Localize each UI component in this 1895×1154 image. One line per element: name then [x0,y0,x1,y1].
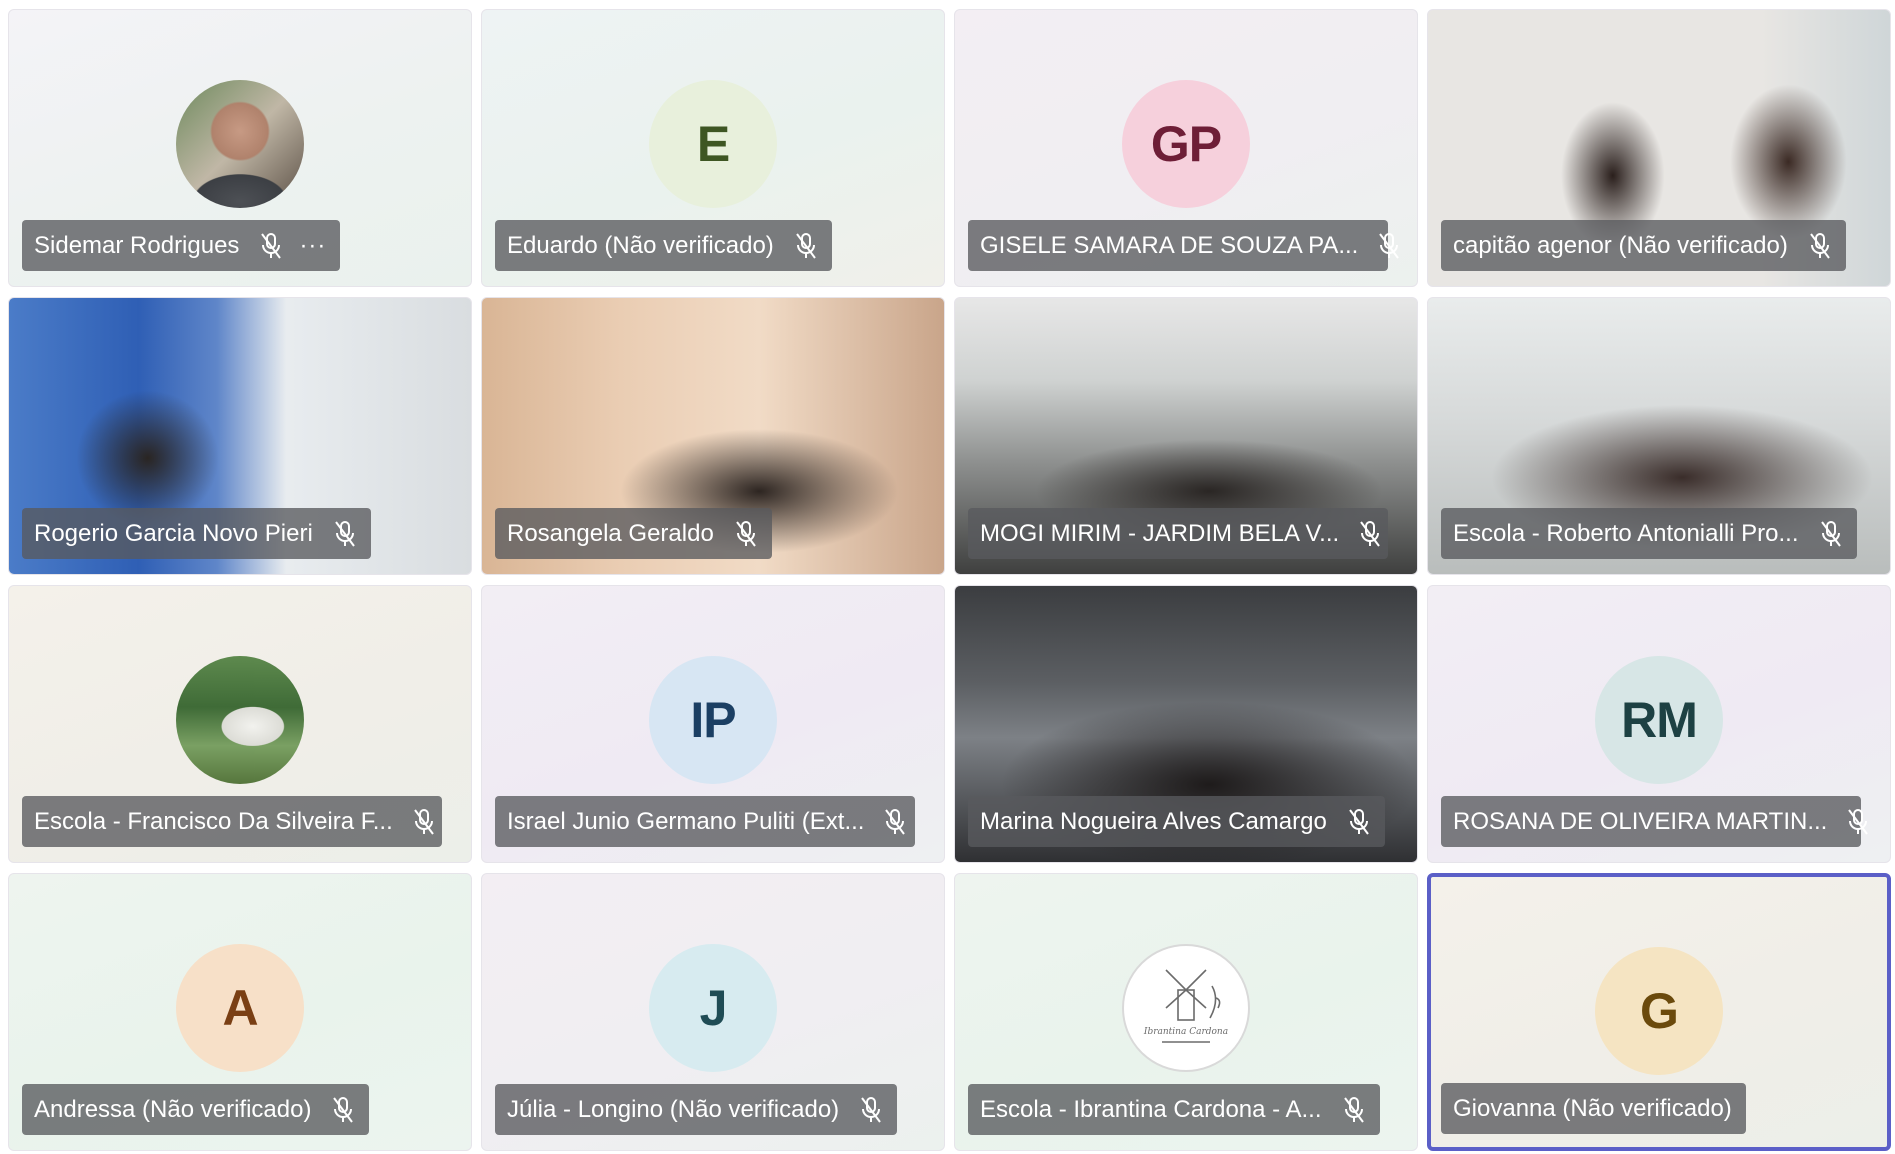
participant-name-tag: Rogerio Garcia Novo Pieri [22,508,371,559]
participant-tile-active-speaker[interactable]: G Giovanna (Não verificado) [1427,873,1891,1151]
participant-avatar-initials: J [649,944,777,1072]
svg-text:Ibrantina Cardona: Ibrantina Cardona [1143,1027,1228,1037]
participant-name: ROSANA DE OLIVEIRA MARTIN... [1453,807,1828,835]
participant-video-tile[interactable]: capitão agenor (Não verificado) [1427,9,1891,287]
video-gallery: Sidemar Rodrigues ··· E Eduardo (Não ver… [0,0,1895,1154]
participant-tile[interactable]: A Andressa (Não verificado) [8,873,472,1151]
mic-off-icon [794,232,818,260]
participant-name: Rosangela Geraldo [507,519,714,547]
participant-name-tag: Escola - Ibrantina Cardona - A... [968,1084,1380,1135]
participant-name-tag: Marina Nogueira Alves Camargo [968,796,1385,847]
mic-off-icon [1808,232,1832,260]
participant-tile[interactable]: J Júlia - Longino (Não verificado) [481,873,945,1151]
mic-off-icon [331,1096,355,1124]
participant-name-tag: Eduardo (Não verificado) [495,220,832,271]
participant-tile[interactable]: Ibrantina Cardona Escola - Ibrantina Car… [954,873,1418,1151]
participant-avatar-photo [176,656,304,784]
participant-avatar-photo [176,80,304,208]
participant-name-tag: Andressa (Não verificado) [22,1084,370,1135]
participant-name: Júlia - Longino (Não verificado) [507,1095,840,1123]
participant-name-tag: GISELE SAMARA DE SOUZA PA... [968,220,1400,271]
windmill-logo-icon: Ibrantina Cardona [1122,944,1250,1072]
mic-off-icon [333,520,357,548]
participant-name: Escola - Ibrantina Cardona - A... [980,1095,1322,1123]
mic-off-icon [1347,808,1371,836]
participant-tile[interactable]: IP Israel Junio Germano Puliti (Ext... [481,585,945,863]
mic-off-icon [259,232,283,260]
participant-name: Escola - Roberto Antonialli Pro... [1453,519,1799,547]
participant-video-tile[interactable]: Rosangela Geraldo [481,297,945,575]
participant-avatar-initials: G [1595,947,1723,1075]
participant-name-tag: Sidemar Rodrigues ··· [22,220,341,271]
participant-name: Andressa (Não verificado) [34,1095,312,1123]
participant-tile[interactable]: RM ROSANA DE OLIVEIRA MARTIN... [1427,585,1891,863]
participant-tile[interactable]: Sidemar Rodrigues ··· [8,9,472,287]
mic-off-icon [1378,232,1400,260]
participant-tile[interactable]: Escola - Francisco Da Silveira F... [8,585,472,863]
participant-name-tag: Rosangela Geraldo [495,508,772,559]
participant-name: Eduardo (Não verificado) [507,231,774,259]
participant-tile[interactable]: E Eduardo (Não verificado) [481,9,945,287]
participant-avatar-initials: GP [1122,80,1250,208]
participant-video-tile[interactable]: MOGI MIRIM - JARDIM BELA V... [954,297,1418,575]
mic-off-icon [734,520,758,548]
participant-video-tile[interactable]: Escola - Roberto Antonialli Pro... [1427,297,1891,575]
participant-name-tag: Escola - Roberto Antonialli Pro... [1441,508,1857,559]
participant-name-tag: capitão agenor (Não verificado) [1441,220,1846,271]
mic-off-icon [1847,808,1869,836]
more-options-icon[interactable]: ··· [299,233,326,258]
participant-name: Giovanna (Não verificado) [1453,1094,1732,1122]
participant-name: Rogerio Garcia Novo Pieri [34,519,313,547]
mic-off-icon [1342,1096,1366,1124]
mic-off-icon [413,808,435,836]
participant-avatar-initials: A [176,944,304,1072]
participant-name: Marina Nogueira Alves Camargo [980,807,1327,835]
participant-avatar-initials: RM [1595,656,1723,784]
participant-name-tag: MOGI MIRIM - JARDIM BELA V... [968,508,1388,559]
participant-name: Sidemar Rodrigues [34,231,240,259]
participant-tile[interactable]: GP GISELE SAMARA DE SOUZA PA... [954,9,1418,287]
participant-name: Israel Junio Germano Puliti (Ext... [507,807,865,835]
participant-name: GISELE SAMARA DE SOUZA PA... [980,231,1359,259]
participant-video-tile[interactable]: Marina Nogueira Alves Camargo [954,585,1418,863]
participant-name-tag: Giovanna (Não verificado) [1441,1083,1746,1134]
mic-off-icon [1359,520,1381,548]
participant-name: MOGI MIRIM - JARDIM BELA V... [980,519,1340,547]
participant-name-tag: Júlia - Longino (Não verificado) [495,1084,898,1135]
participant-name-tag: Escola - Francisco Da Silveira F... [22,796,442,847]
mic-off-icon [1819,520,1843,548]
participant-name-tag: ROSANA DE OLIVEIRA MARTIN... [1441,796,1869,847]
participant-avatar-initials: E [649,80,777,208]
mic-off-icon [859,1096,883,1124]
participant-video-tile[interactable]: Rogerio Garcia Novo Pieri [8,297,472,575]
participant-avatar-initials: IP [649,656,777,784]
mic-off-icon [884,808,906,836]
participant-name: capitão agenor (Não verificado) [1453,231,1788,259]
participant-name: Escola - Francisco Da Silveira F... [34,807,393,835]
participant-name-tag: Israel Junio Germano Puliti (Ext... [495,796,915,847]
